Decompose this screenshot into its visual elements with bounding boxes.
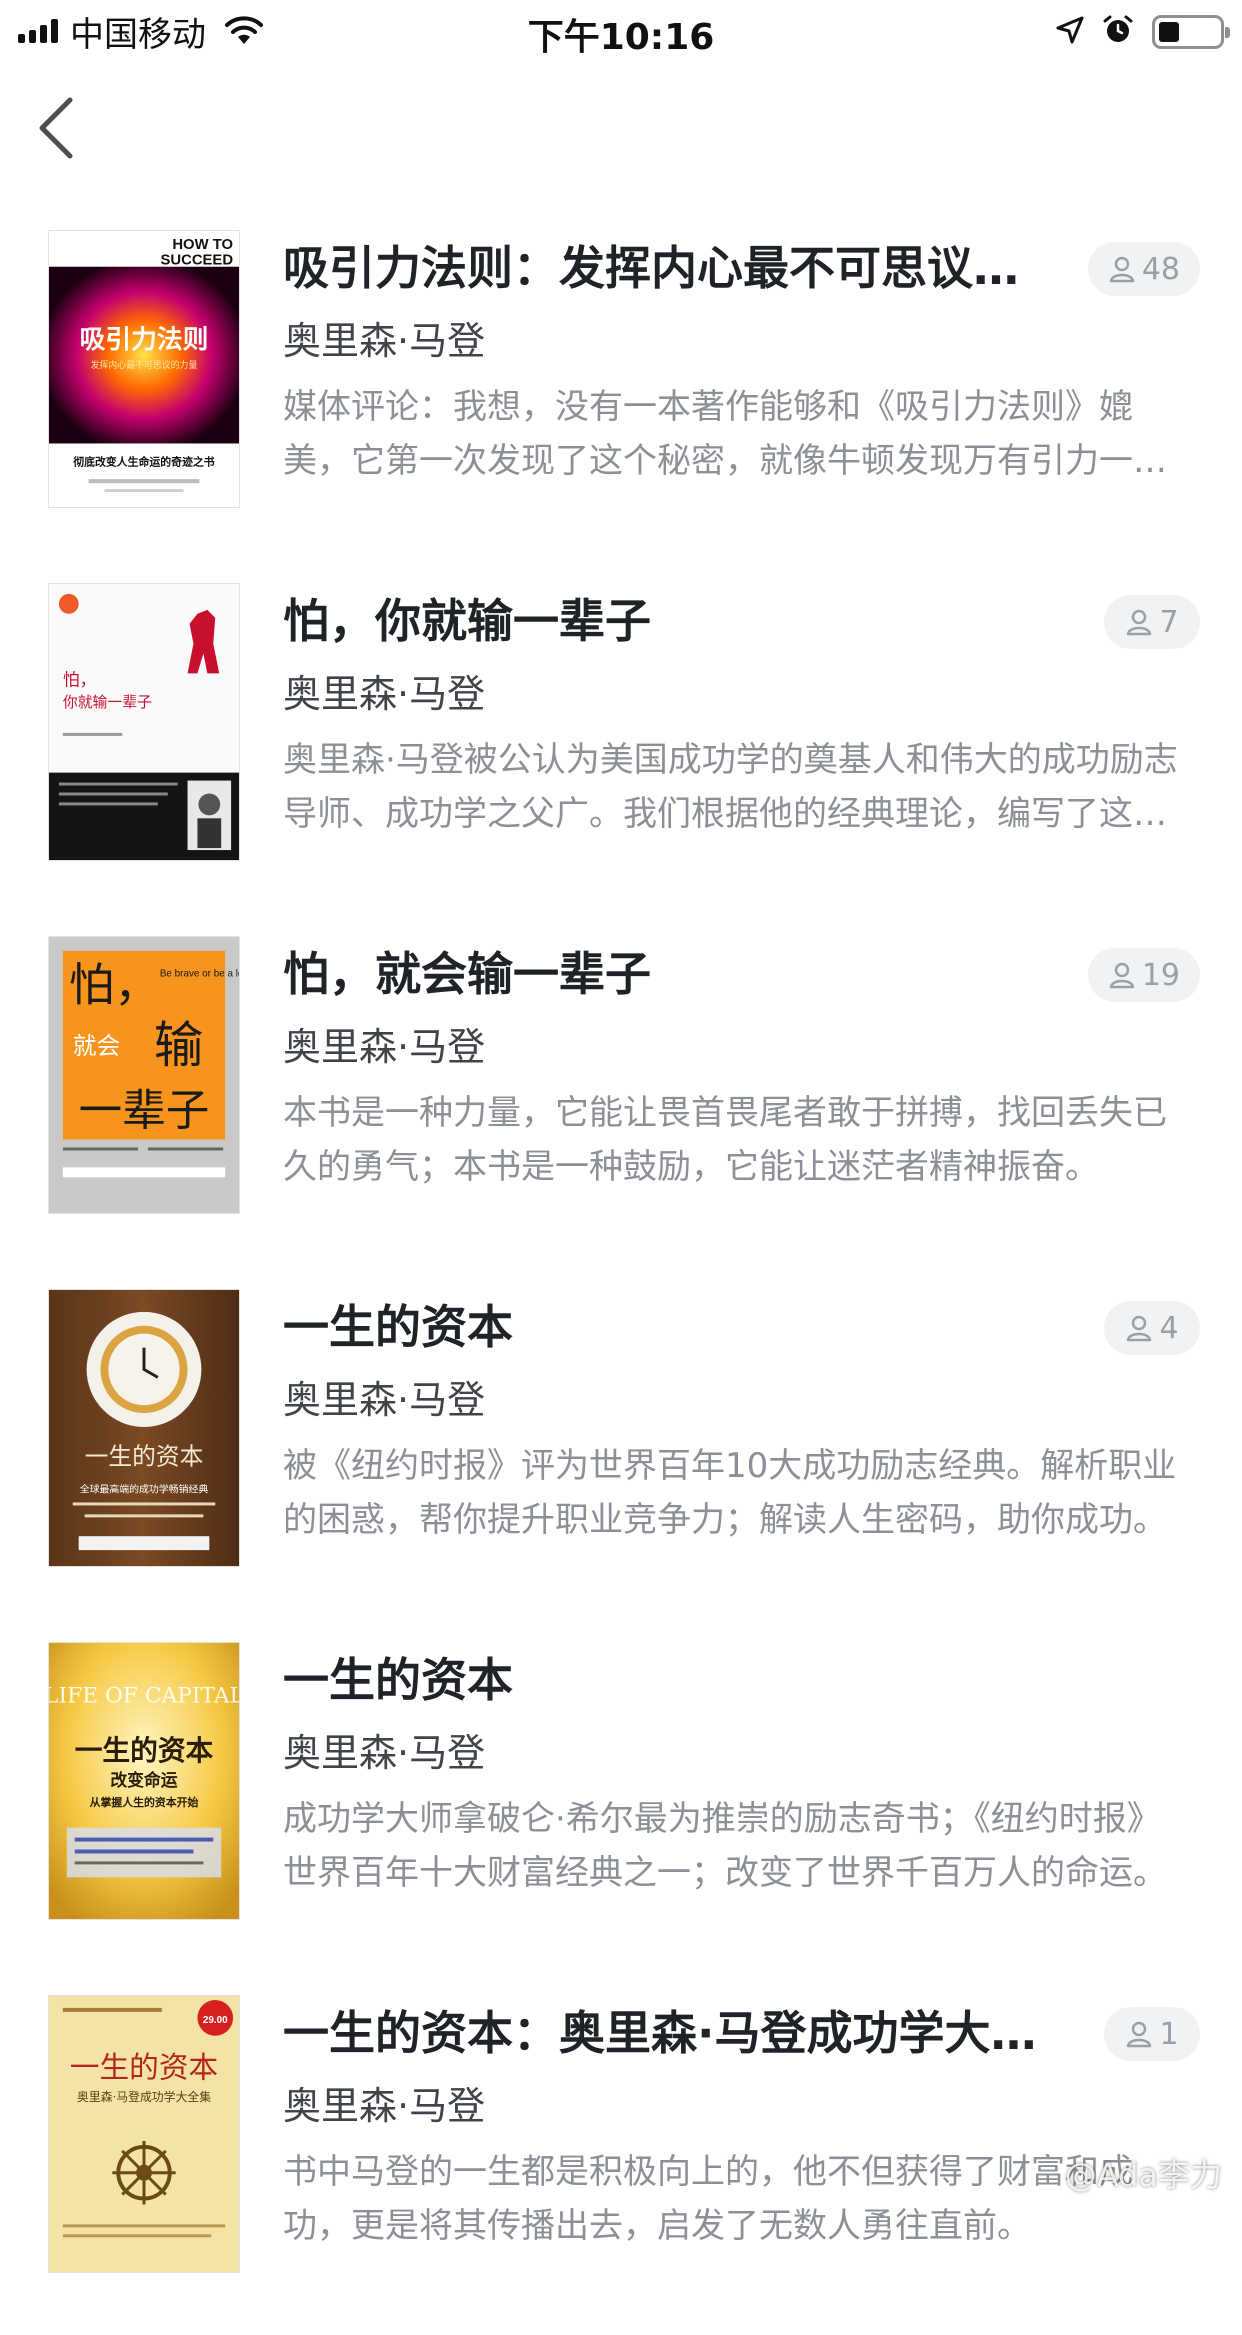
book-description: 奥里森·马登被公认为美国成功学的奠基人和伟大的成功励志导师、成功学之父广。我们根… — [283, 733, 1183, 849]
book-author: 奥里森·马登 — [283, 669, 485, 719]
reader-count-badge: 19 — [1088, 948, 1200, 1002]
cover-price: 29.00 — [203, 2015, 228, 2026]
book-description: 媒体评论：我想，没有一本著作能够和《吸引力法则》媲美，它第一次发现了这个秘密，就… — [283, 380, 1183, 496]
location-icon — [1056, 16, 1084, 48]
person-icon — [1125, 608, 1153, 636]
cover-text: 发挥内心最不可思议的力量 — [91, 359, 198, 371]
status-bar: 中国移动 下午10:16 — [0, 0, 1242, 62]
reader-count: 1 — [1159, 2017, 1178, 2052]
reader-count: 48 — [1142, 252, 1180, 287]
book-author: 奥里森·马登 — [283, 316, 485, 366]
book-list-item[interactable]: 怕， 你就输一辈子 怕，你就输一辈子 奥里森·马登 奥里森·马登被公认为美国成功… — [0, 573, 1242, 923]
cover-text: 改变命运 — [110, 1770, 177, 1790]
battery-icon — [1152, 15, 1224, 49]
cover-text: 彻底改变人生命运的奇迹之书 — [72, 454, 214, 468]
book-cover: 29.00 一生的资本 奥里森·马登成功学大全集 — [48, 1995, 240, 2273]
person-icon — [1108, 255, 1136, 283]
book-title: 吸引力法则：发挥内心最不可思议的力量 — [283, 238, 1043, 298]
cover-text: 一生的资本 — [85, 1443, 204, 1471]
cover-text: LIFE OF CAPITAL — [49, 1684, 239, 1709]
cover-text: 你就输一辈子 — [63, 693, 152, 711]
book-list-item[interactable]: HOW TO SUCCEED 吸引力法则 发挥内心最不可思议的力量 彻底改变人生… — [0, 220, 1242, 570]
book-title: 一生的资本 — [283, 1297, 1043, 1357]
alarm-icon — [1102, 14, 1134, 50]
cover-text: Be brave or be a loser — [160, 969, 239, 980]
book-title: 怕，你就输一辈子 — [283, 591, 1043, 651]
cover-text: 一生的资本 — [75, 1734, 214, 1767]
book-list-item[interactable]: 怕， 就会 输 一辈子 Be brave or be a loser 怕，就会输… — [0, 926, 1242, 1276]
book-cover: HOW TO SUCCEED 吸引力法则 发挥内心最不可思议的力量 彻底改变人生… — [48, 230, 240, 508]
book-author: 奥里森·马登 — [283, 1728, 485, 1778]
person-icon — [1108, 961, 1136, 989]
cover-text: HOW TO — [172, 237, 233, 253]
nav-bar — [0, 80, 1242, 170]
reader-count: 19 — [1142, 958, 1180, 993]
cover-text: SUCCEED — [161, 253, 234, 269]
cover-text: 一生的资本 — [70, 2050, 218, 2085]
cover-text: 输 — [154, 1016, 203, 1074]
book-cover: 一生的资本 全球最高端的成功学畅销经典 — [48, 1289, 240, 1567]
reader-count-badge: 1 — [1104, 2007, 1200, 2061]
reader-count-badge: 4 — [1104, 1301, 1200, 1355]
book-list-item[interactable]: 一生的资本 全球最高端的成功学畅销经典 一生的资本 奥里森·马登 被《纽约时报》… — [0, 1279, 1242, 1629]
book-author: 奥里森·马登 — [283, 1375, 485, 1425]
book-title: 一生的资本 — [283, 1650, 1043, 1710]
chevron-left-icon — [30, 92, 90, 162]
book-description: 成功学大师拿破仑·希尔最为推崇的励志奇书；《纽约时报》世界百年十大财富经典之一；… — [283, 1792, 1183, 1908]
book-description: 本书是一种力量，它能让畏首畏尾者敢于拼搏，找回丢失已久的勇气；本书是一种鼓励，它… — [283, 1086, 1183, 1202]
status-right — [1056, 12, 1224, 52]
book-description: 书中马登的一生都是积极向上的，他不但获得了财富和成功，更是将其传播出去，启发了无… — [283, 2145, 1183, 2261]
person-icon — [1125, 2020, 1153, 2048]
book-list-item[interactable]: 29.00 一生的资本 奥里森·马登成功学大全集 一生的资本：奥里森·马登成功学… — [0, 1985, 1242, 2335]
reader-count-badge: 7 — [1104, 595, 1200, 649]
book-author: 奥里森·马登 — [283, 2081, 485, 2131]
cover-text: 吸引力法则 — [80, 325, 209, 355]
book-title: 怕，就会输一辈子 — [283, 944, 1043, 1004]
reader-count-badge: 48 — [1088, 242, 1200, 296]
person-icon — [1125, 1314, 1153, 1342]
book-cover: LIFE OF CAPITAL 一生的资本 改变命运 从掌握人生的资本开始 — [48, 1642, 240, 1920]
book-list-item[interactable]: LIFE OF CAPITAL 一生的资本 改变命运 从掌握人生的资本开始 一生… — [0, 1632, 1242, 1982]
cover-text: 就会 — [73, 1032, 120, 1060]
book-description: 被《纽约时报》评为世界百年10大成功励志经典。解析职业的困惑，帮你提升职业竞争力… — [283, 1439, 1183, 1555]
cover-text: 怕， — [69, 958, 160, 1011]
back-button[interactable] — [30, 92, 90, 162]
watermark: @Ada李力 — [1065, 2150, 1222, 2196]
cover-text: 从掌握人生的资本开始 — [90, 1795, 199, 1809]
cover-text: 怕， — [63, 669, 97, 689]
cover-text: 一辈子 — [79, 1087, 210, 1137]
cover-text: 奥里森·马登成功学大全集 — [77, 2090, 211, 2104]
book-title: 一生的资本：奥里森·马登成功学大全集 — [283, 2003, 1043, 2063]
reader-count: 7 — [1159, 605, 1178, 640]
cover-text: 全球最高端的成功学畅销经典 — [80, 1483, 209, 1496]
reader-count: 4 — [1159, 1311, 1178, 1346]
book-cover: 怕， 就会 输 一辈子 Be brave or be a loser — [48, 936, 240, 1214]
book-cover: 怕， 你就输一辈子 — [48, 583, 240, 861]
book-author: 奥里森·马登 — [283, 1022, 485, 1072]
